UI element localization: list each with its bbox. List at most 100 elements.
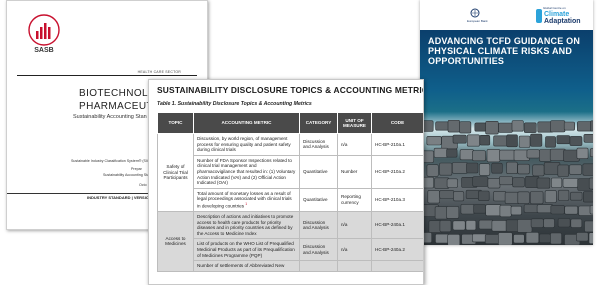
breakwater-block xyxy=(498,122,513,133)
breakwater-block xyxy=(439,190,455,199)
table-caption: Table 1. Sustainability Disclosure Topic… xyxy=(157,101,312,107)
breakwater-block xyxy=(588,232,593,244)
metric-cell: Discussion, by world region, of manageme… xyxy=(193,133,300,156)
breakwater-block xyxy=(523,204,539,213)
breakwater-block xyxy=(466,134,480,147)
breakwater-block xyxy=(433,147,449,158)
breakwater-block xyxy=(570,218,583,228)
breakwater-block xyxy=(583,191,593,203)
eib-logo xyxy=(470,8,480,18)
metric-cell: Number of settlements of Abbreviated New xyxy=(193,260,300,272)
breakwater-block xyxy=(582,163,593,176)
classification-text: Sustainable Industry Classification Syst… xyxy=(71,159,152,163)
breakwater-block xyxy=(491,220,508,232)
category-cell xyxy=(299,260,338,272)
breakwater-block xyxy=(434,206,448,220)
breakwater-block xyxy=(564,205,578,215)
breakwater-block xyxy=(551,177,563,188)
breakwater-block xyxy=(569,164,582,175)
breakwater-block xyxy=(499,149,516,161)
breakwater-block xyxy=(517,163,530,175)
breakwater-block xyxy=(556,135,571,145)
unit-cell: Number xyxy=(337,154,372,189)
code-cell: HC-BP-210a.3 xyxy=(371,187,423,213)
breakwater-block xyxy=(513,234,525,244)
divider xyxy=(17,75,197,76)
breakwater-block xyxy=(459,149,474,161)
category-cell: Discussion and Analysis xyxy=(299,211,338,240)
category-cell: Discussion and Analysis xyxy=(299,238,338,262)
unit-cell: n/a xyxy=(337,211,372,240)
breakwater-block xyxy=(512,177,525,188)
code-cell xyxy=(371,260,423,272)
metric-cell: Number of FDA Sponsor Inspections relate… xyxy=(193,154,300,189)
breakwater-block xyxy=(576,232,589,242)
breakwater-block xyxy=(588,177,593,190)
table-row: Number of FDA Sponsor Inspections relate… xyxy=(158,154,423,189)
header-category: CATEGORY xyxy=(299,112,338,134)
breakwater-block xyxy=(447,234,461,245)
breakwater-block xyxy=(532,164,545,177)
breakwater-block xyxy=(453,191,465,202)
breakwater-block xyxy=(589,205,593,215)
breakwater-block xyxy=(478,219,494,230)
table-row: Safety of Clinical Trial Participants Di… xyxy=(157,132,423,213)
breakwater-block xyxy=(473,204,487,214)
breakwater-block xyxy=(486,149,501,163)
breakwater-block xyxy=(517,191,530,205)
breakwater-block xyxy=(530,218,544,228)
breakwater-block xyxy=(446,178,458,188)
breakwater-block xyxy=(427,190,440,204)
report-title: ADVANCING TCFD GUIDANCE ON PHYSICAL CLIM… xyxy=(428,36,581,66)
breakwater-image xyxy=(420,120,593,245)
breakwater-block xyxy=(499,176,513,186)
breakwater-block xyxy=(426,135,442,146)
date-text: Octo xyxy=(139,183,147,187)
breakwater-block xyxy=(491,162,503,174)
breakwater-block xyxy=(498,232,513,245)
breakwater-block xyxy=(452,134,467,144)
breakwater-block xyxy=(545,136,556,148)
breakwater-block xyxy=(562,178,579,188)
gca-small-text: Global Centre on xyxy=(543,6,566,10)
breakwater-block xyxy=(536,177,551,189)
breakwater-block xyxy=(558,189,570,201)
breakwater-block xyxy=(465,220,477,231)
header-unit: UNIT OF MEASURE xyxy=(337,112,372,134)
breakwater-block xyxy=(525,232,540,244)
breakwater-block xyxy=(517,219,533,233)
table-header-row: TOPIC ACCOUNTING METRIC CATEGORY UNIT OF… xyxy=(157,112,423,134)
breakwater-block xyxy=(446,206,460,219)
unit-cell: n/a xyxy=(337,238,372,262)
breakwater-block xyxy=(563,121,575,131)
sector-label: HEALTH CARE SECTOR xyxy=(137,70,181,74)
breakwater-block xyxy=(557,218,571,228)
header-topic: TOPIC xyxy=(157,112,194,134)
breakwater-block xyxy=(451,162,468,174)
breakwater-block xyxy=(472,176,489,187)
breakwater-block xyxy=(479,135,491,146)
breakwater-block xyxy=(544,190,557,203)
breakwater-block xyxy=(539,149,552,162)
document-footer: INDUSTRY STANDARD | VERSION 2 xyxy=(87,195,156,200)
breakwater-block xyxy=(506,134,518,148)
table-row: Number of settlements of Abbreviated New xyxy=(158,260,423,272)
breakwater-block xyxy=(523,122,537,133)
gca-logo-mark xyxy=(536,9,542,23)
footnote-marker: 1 xyxy=(245,201,248,206)
breakwater-block xyxy=(459,121,472,134)
breakwater-block xyxy=(510,205,522,216)
breakwater-block xyxy=(472,150,486,162)
cover-header: European Bank Global Centre on Climate A… xyxy=(420,0,593,30)
breakwater-block xyxy=(446,148,458,158)
breakwater-block xyxy=(589,148,593,158)
breakwater-block xyxy=(550,232,562,245)
category-cell: Quantitative xyxy=(299,154,338,189)
unit-cell: Reporting currency xyxy=(337,187,372,213)
category-cell: Discussion and Analysis xyxy=(299,133,338,156)
breakwater-block xyxy=(447,120,460,133)
gca-climate-text: Climate xyxy=(544,11,570,18)
breakwater-block xyxy=(479,163,491,176)
breakwater-block xyxy=(576,147,589,160)
document-subtitle: Sustainability Accounting Stan xyxy=(73,114,147,120)
